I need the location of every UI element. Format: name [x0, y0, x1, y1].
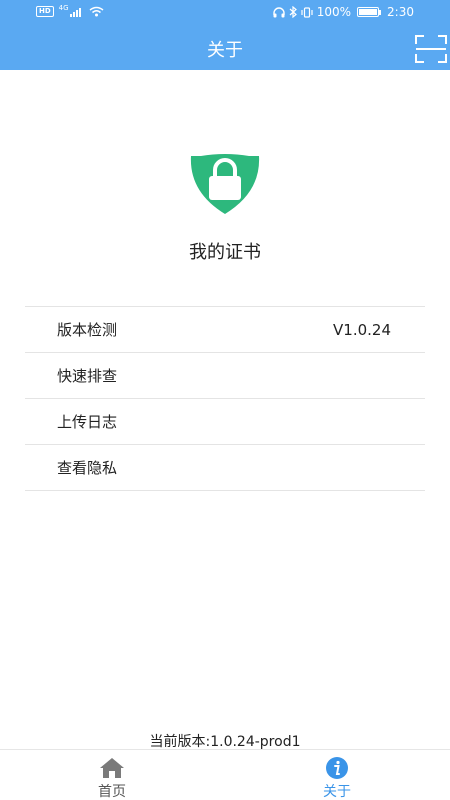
menu-item-version-check[interactable]: 版本检测 V1.0.24 — [25, 307, 425, 353]
battery-icon — [357, 7, 382, 17]
status-right: 100% 2:30 — [273, 5, 414, 19]
version-value: V1.0.24 — [333, 320, 391, 339]
nav-item-about[interactable]: 关于 — [277, 750, 397, 800]
page-title: 关于 — [207, 40, 243, 61]
nav-item-home[interactable]: 首页 — [52, 750, 172, 800]
settings-menu: 版本检测 V1.0.24 快速排查 上传日志 查看隐私 — [25, 306, 425, 491]
battery-percent: 100% — [316, 5, 352, 19]
current-version: 当前版本:1.0.24-prod1 — [149, 734, 301, 750]
app-header: HD 4G 100% 2:30 关于 — [0, 0, 450, 70]
menu-item-view-privacy[interactable]: 查看隐私 — [25, 445, 425, 491]
headphones-icon — [273, 6, 285, 17]
menu-item-label: 查看隐私 — [57, 459, 118, 477]
nav-label-home: 首页 — [98, 784, 126, 800]
status-bar: HD 4G 100% 2:30 — [0, 0, 450, 26]
hd-badge: HD — [36, 6, 54, 17]
menu-item-label: 上传日志 — [57, 413, 118, 431]
status-time: 2:30 — [387, 5, 414, 19]
home-icon — [100, 758, 124, 778]
menu-item-quick-troubleshoot[interactable]: 快速排查 — [25, 353, 425, 399]
cert-title[interactable]: 我的证书 — [0, 238, 450, 264]
scan-button[interactable] — [414, 34, 448, 64]
network-label: 4G — [58, 3, 69, 12]
shield-lock-icon[interactable] — [187, 150, 263, 216]
scan-icon — [415, 35, 447, 63]
info-icon — [326, 757, 348, 779]
bluetooth-icon — [289, 6, 297, 18]
status-left: HD 4G — [36, 3, 104, 17]
bottom-nav: 首页 关于 — [0, 749, 450, 800]
menu-item-label: 版本检测 — [57, 321, 118, 339]
wifi-icon — [89, 6, 104, 17]
menu-item-upload-logs[interactable]: 上传日志 — [25, 399, 425, 445]
vibrate-icon — [301, 6, 313, 18]
nav-label-about: 关于 — [323, 784, 351, 800]
signal-icon — [69, 7, 81, 17]
menu-item-label: 快速排查 — [57, 367, 118, 385]
